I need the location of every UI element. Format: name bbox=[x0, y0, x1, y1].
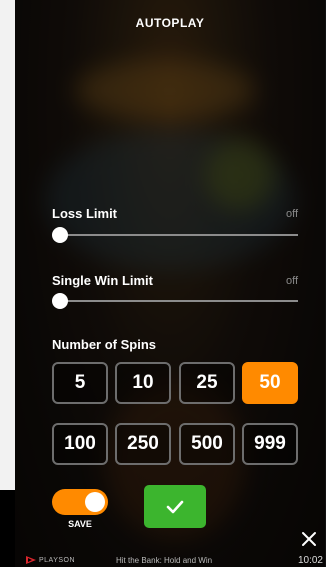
spin-option-100[interactable]: 100 bbox=[52, 423, 108, 465]
brand-name: PLAYSON bbox=[39, 556, 76, 564]
game-title: Hit the Bank: Hold and Win bbox=[116, 556, 213, 565]
loss-limit-value: off bbox=[285, 208, 298, 220]
save-label: SAVE bbox=[68, 519, 92, 529]
confirm-button[interactable] bbox=[144, 485, 206, 528]
spin-option-250[interactable]: 250 bbox=[115, 423, 171, 465]
number-of-spins-label: Number of Spins bbox=[52, 337, 157, 352]
spin-option-999[interactable]: 999 bbox=[242, 423, 298, 465]
spin-option-50[interactable]: 50 bbox=[242, 362, 298, 404]
playson-logo-icon bbox=[26, 556, 36, 564]
close-button[interactable] bbox=[301, 531, 317, 547]
left-edge-panel-bottom bbox=[0, 490, 15, 567]
left-edge-panel bbox=[0, 0, 15, 490]
close-icon bbox=[302, 532, 316, 546]
toggle-knob bbox=[85, 492, 105, 512]
check-icon bbox=[166, 500, 184, 513]
loss-limit-track[interactable] bbox=[56, 234, 298, 236]
single-win-limit-track[interactable] bbox=[56, 300, 298, 302]
spin-option-500[interactable]: 500 bbox=[179, 423, 235, 465]
single-win-limit-thumb[interactable] bbox=[52, 293, 68, 309]
single-win-limit-label: Single Win Limit bbox=[52, 273, 153, 288]
loss-limit-label: Loss Limit bbox=[52, 206, 118, 221]
spin-option-25[interactable]: 25 bbox=[179, 362, 235, 404]
brand-logo: PLAYSON bbox=[26, 556, 75, 564]
save-toggle[interactable] bbox=[52, 489, 108, 515]
loss-limit-thumb[interactable] bbox=[52, 227, 68, 243]
single-win-limit-value: off bbox=[285, 275, 298, 287]
spin-option-10[interactable]: 10 bbox=[115, 362, 171, 404]
spin-option-5[interactable]: 5 bbox=[52, 362, 108, 404]
clock: 10:02 bbox=[297, 555, 323, 566]
autoplay-title: AUTOPLAY bbox=[135, 16, 205, 30]
